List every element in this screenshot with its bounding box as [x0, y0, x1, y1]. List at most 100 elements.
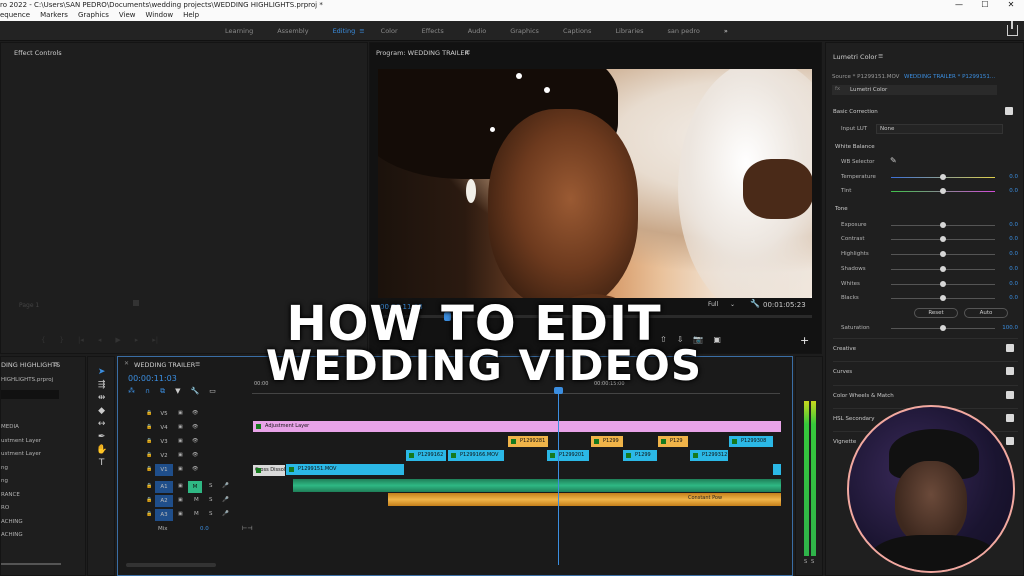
lumetri-menu-icon[interactable]: ≡ — [878, 52, 883, 60]
menu-window[interactable]: Window — [145, 10, 173, 21]
tab-graphics[interactable]: Graphics — [510, 27, 539, 35]
timeline-playhead[interactable] — [558, 387, 559, 565]
go-to-out-icon[interactable]: ▸| — [152, 336, 158, 344]
close-sequence-icon[interactable]: ✕ — [124, 360, 129, 367]
slip-icon[interactable]: ↔ — [96, 419, 107, 429]
sequence-timecode[interactable]: 00:00:11:03 — [128, 374, 177, 383]
project-title[interactable]: DING HIGHLIGHTS — [1, 361, 60, 369]
lock-icon[interactable]: 🔒 — [146, 410, 152, 416]
eye-icon[interactable]: 👁 — [192, 424, 198, 430]
lock-icon[interactable]: 🔒 — [146, 483, 152, 489]
tab-color[interactable]: Color — [381, 27, 398, 35]
selection-tool-icon[interactable]: ➤ — [96, 367, 107, 377]
list-item[interactable]: ustment Layer — [1, 448, 76, 462]
zoom-dropdown-icon[interactable]: ⌄ — [730, 301, 735, 308]
close-button[interactable]: ✕ — [998, 0, 1024, 10]
clip[interactable]: P1299201 — [547, 450, 589, 461]
mic-icon[interactable]: 🎤 — [222, 497, 229, 503]
slider-shadows[interactable]: Shadows 0.0 — [833, 264, 1018, 276]
clip[interactable]: P1299312 — [690, 450, 728, 461]
lumetri-title[interactable]: Lumetri Color — [833, 53, 877, 61]
slider-blacks[interactable]: Blacks 0.0 — [833, 293, 1018, 305]
clip[interactable] — [773, 464, 781, 475]
slider-knob[interactable] — [940, 174, 946, 180]
creative-checkbox[interactable] — [1006, 344, 1014, 352]
solo-button[interactable]: S — [209, 497, 213, 503]
track-label-v1[interactable]: V1 — [155, 464, 173, 476]
sequence-tab[interactable]: WEDDING TRAILER — [134, 361, 195, 369]
basic-correction-header[interactable]: Basic Correction — [833, 109, 878, 115]
slider-knob[interactable] — [940, 236, 946, 242]
sync-icon[interactable]: ▣ — [178, 483, 183, 489]
auto-button[interactable]: Auto — [964, 308, 1008, 318]
reset-button[interactable]: Reset — [914, 308, 958, 318]
clip[interactable]: P1299162 — [406, 450, 446, 461]
clip[interactable]: P1299308 — [729, 436, 773, 447]
play-icon[interactable]: ▶ — [115, 336, 120, 344]
sync-icon[interactable]: ▣ — [178, 438, 183, 444]
tab-learning[interactable]: Learning — [225, 27, 253, 35]
sync-icon[interactable]: ▣ — [178, 452, 183, 458]
lock-icon[interactable]: 🔒 — [146, 452, 152, 458]
clip[interactable]: Adjustment Layer — [253, 421, 781, 432]
basic-correction-checkbox[interactable] — [1005, 107, 1013, 115]
mic-icon[interactable]: 🎤 — [222, 511, 229, 517]
snap-icon[interactable]: ∩ — [145, 387, 150, 396]
pen-icon[interactable]: ✒ — [96, 432, 107, 442]
section-creative[interactable]: Creative — [833, 338, 1018, 358]
lock-icon[interactable]: 🔒 — [146, 511, 152, 517]
track-label-v2[interactable]: V2 — [155, 450, 173, 462]
captions-icon[interactable]: ▭ — [209, 387, 216, 396]
menu-graphics[interactable]: Graphics — [78, 10, 109, 21]
list-item[interactable]: MEDIA — [1, 421, 76, 435]
mute-button[interactable]: M — [194, 511, 199, 517]
tone-header[interactable]: Tone — [835, 206, 848, 212]
tab-audio[interactable]: Audio — [468, 27, 486, 35]
mix-value[interactable]: 0.0 — [200, 526, 209, 532]
slider-knob[interactable] — [940, 188, 946, 194]
sequence-clip-label[interactable]: WEDDING TRAILER * P1299151... — [904, 74, 995, 80]
slider-knob[interactable] — [940, 251, 946, 257]
slider-highlights[interactable]: Highlights 0.0 — [833, 249, 1018, 261]
timeline-settings-icon[interactable]: 🔧 — [191, 387, 200, 396]
list-item[interactable]: RANCE — [1, 489, 76, 503]
mark-out-icon[interactable]: } — [59, 336, 63, 344]
slider-knob[interactable] — [940, 325, 946, 331]
mic-icon[interactable]: 🎤 — [222, 483, 229, 489]
menu-sequence[interactable]: equence — [0, 10, 30, 21]
transition[interactable]: Cross Dissolve — [253, 465, 285, 476]
clip[interactable]: P1299166.MOV — [448, 450, 504, 461]
menu-view[interactable]: View — [119, 10, 136, 21]
eye-icon[interactable]: 👁 — [192, 410, 198, 416]
list-item[interactable]: ACHING — [1, 529, 76, 543]
mix-end-icon[interactable]: ⊢⊣ — [242, 525, 252, 532]
sync-icon[interactable]: ▣ — [178, 466, 183, 472]
slider-contrast[interactable]: Contrast 0.0 — [833, 234, 1018, 246]
share-icon[interactable] — [1007, 21, 1018, 36]
more-workspaces-icon[interactable]: » — [724, 27, 728, 35]
mute-button[interactable]: M — [194, 497, 199, 503]
step-forward-icon[interactable]: ▸ — [135, 336, 139, 344]
stop-icon[interactable] — [133, 300, 139, 306]
menu-markers[interactable]: Markers — [40, 10, 68, 21]
audio-clip-a2[interactable]: Constant Pow — [388, 493, 781, 506]
input-lut-select[interactable]: None — [876, 124, 1003, 134]
maximize-button[interactable]: ☐ — [972, 0, 998, 10]
step-back-icon[interactable]: ◂ — [98, 336, 102, 344]
mute-button[interactable]: M — [188, 481, 202, 493]
list-item[interactable]: RO — [1, 502, 76, 516]
solo-left-button[interactable]: S — [804, 559, 807, 565]
tab-assembly[interactable]: Assembly — [277, 27, 308, 35]
list-item[interactable]: ustment Layer — [1, 435, 76, 449]
button-editor-icon[interactable]: + — [800, 334, 809, 347]
clip[interactable]: P1299 — [623, 450, 657, 461]
zoom-slider[interactable] — [1, 563, 61, 565]
add-marker-icon[interactable]: ▼ — [175, 387, 180, 396]
lock-icon[interactable]: 🔒 — [146, 497, 152, 503]
sync-icon[interactable]: ▣ — [178, 410, 183, 416]
slider-whites[interactable]: Whites 0.0 — [833, 279, 1018, 291]
slider-knob[interactable] — [940, 222, 946, 228]
sync-icon[interactable]: ▣ — [178, 511, 183, 517]
hand-icon[interactable]: ✋ — [96, 445, 107, 455]
go-to-in-icon[interactable]: |◂ — [78, 336, 84, 344]
